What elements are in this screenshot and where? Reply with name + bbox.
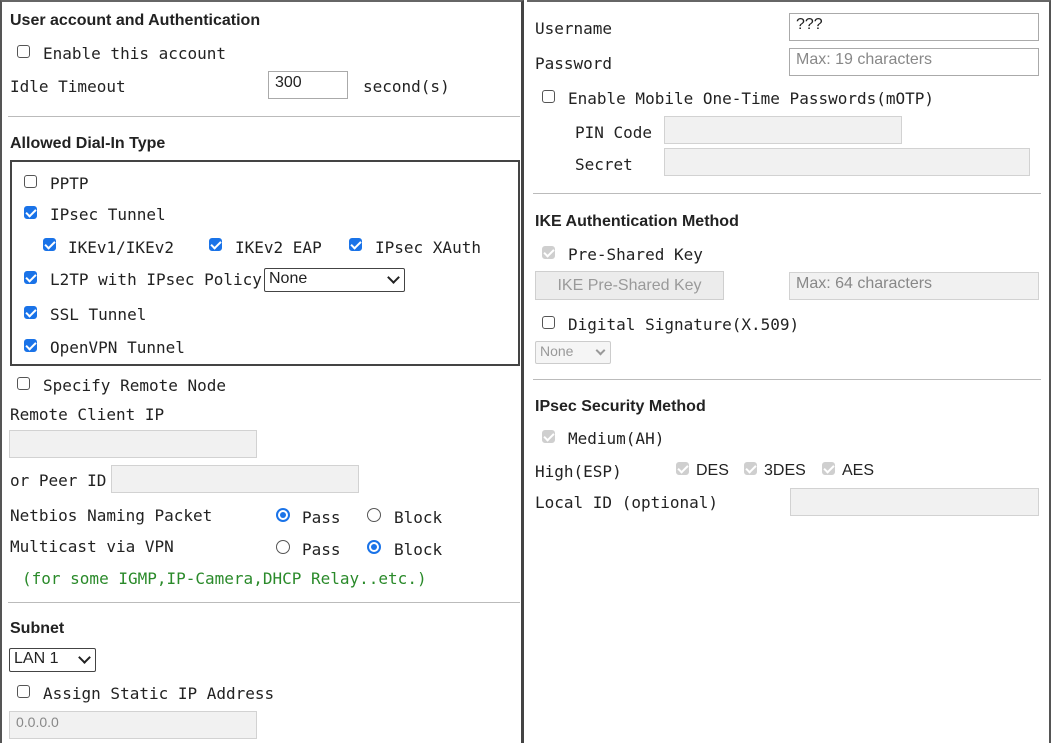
ikev2-eap-checkbox[interactable]	[209, 238, 222, 251]
ikev-label: IKEv1/IKEv2	[68, 238, 174, 257]
local-id-input[interactable]	[790, 488, 1039, 516]
medium-ah-checkbox[interactable]	[542, 430, 555, 443]
ikev-checkbox[interactable]	[43, 238, 56, 251]
ipsec-xauth-checkbox[interactable]	[349, 238, 362, 251]
des-checkbox[interactable]	[676, 462, 689, 475]
subnet-title: Subnet	[10, 620, 65, 637]
digital-signature-checkbox[interactable]	[542, 316, 555, 329]
chevron-down-icon	[387, 271, 400, 284]
password-placeholder: Max: 19 characters	[796, 51, 933, 68]
des-label: DES	[696, 462, 729, 479]
secret-input[interactable]	[664, 148, 1030, 176]
l2tp-checkbox[interactable]	[24, 271, 37, 284]
digital-signature-label: Digital Signature(X.509)	[568, 315, 800, 334]
high-esp-label: High(ESP)	[535, 462, 622, 481]
password-input[interactable]: Max: 19 characters	[789, 48, 1039, 76]
local-id-label: Local ID (optional)	[535, 493, 719, 512]
right-panel	[527, 0, 1051, 743]
remote-client-ip-input[interactable]	[9, 430, 257, 458]
ike-psk-input[interactable]: Max: 64 characters	[789, 272, 1039, 300]
pin-code-label: PIN Code	[575, 123, 653, 142]
motp-label: Enable Mobile One-Time Passwords(mOTP)	[568, 89, 935, 108]
assign-static-ip-checkbox[interactable]	[17, 685, 30, 698]
l2tp-policy-select[interactable]: None	[264, 268, 405, 292]
3des-label: 3DES	[764, 462, 806, 479]
netbios-pass-radio[interactable]	[276, 508, 290, 522]
3des-checkbox[interactable]	[744, 462, 757, 475]
openvpn-checkbox[interactable]	[24, 339, 37, 352]
username-label: Username	[535, 19, 613, 38]
assign-static-ip-label: Assign Static IP Address	[43, 684, 275, 703]
pre-shared-key-label: Pre-Shared Key	[568, 245, 703, 264]
multicast-note: (for some IGMP,IP-Camera,DHCP Relay..etc…	[22, 569, 427, 588]
netbios-pass-label: Pass	[302, 508, 341, 527]
pptp-label: PPTP	[50, 174, 89, 193]
multicast-block-label: Block	[394, 540, 443, 559]
motp-checkbox[interactable]	[542, 90, 555, 103]
pre-shared-key-checkbox[interactable]	[542, 246, 555, 259]
divider	[8, 116, 520, 117]
ssl-tunnel-checkbox[interactable]	[24, 306, 37, 319]
pin-code-input[interactable]	[664, 116, 902, 144]
subnet-lan-select[interactable]: LAN 1	[9, 648, 96, 672]
left-panel	[0, 0, 524, 743]
ssl-tunnel-label: SSL Tunnel	[50, 305, 147, 324]
specify-remote-label: Specify Remote Node	[43, 376, 227, 395]
peer-id-input[interactable]	[111, 465, 359, 493]
l2tp-policy-value: None	[269, 270, 308, 287]
username-input[interactable]: ???	[789, 13, 1039, 41]
ipsec-tunnel-label: IPsec Tunnel	[50, 205, 166, 224]
netbios-block-radio[interactable]	[367, 508, 381, 522]
chevron-down-icon	[595, 345, 606, 356]
ike-psk-button[interactable]: IKE Pre-Shared Key	[535, 271, 724, 300]
aes-checkbox[interactable]	[822, 462, 835, 475]
remote-client-ip-label: Remote Client IP	[10, 405, 165, 424]
password-label: Password	[535, 54, 613, 73]
peer-id-label: or Peer ID	[10, 471, 107, 490]
multicast-block-radio[interactable]	[367, 540, 381, 554]
idle-timeout-label: Idle Timeout	[10, 77, 126, 96]
chevron-down-icon	[78, 651, 91, 664]
divider	[533, 193, 1041, 194]
user-section-title: User account and Authentication	[10, 12, 261, 29]
dialin-section-title: Allowed Dial-In Type	[10, 135, 166, 152]
idle-timeout-input[interactable]: 300	[268, 71, 348, 99]
digital-signature-select[interactable]: None	[535, 341, 611, 364]
ikev2-eap-label: IKEv2 EAP	[235, 238, 322, 257]
medium-ah-label: Medium(AH)	[568, 429, 665, 448]
multicast-label: Multicast via VPN	[10, 537, 174, 556]
ipsec-tunnel-checkbox[interactable]	[24, 206, 37, 219]
divider	[8, 602, 520, 603]
ipsec-section-title: IPsec Security Method	[535, 398, 706, 415]
l2tp-label: L2TP with IPsec Policy	[50, 270, 262, 289]
digital-signature-value: None	[540, 343, 574, 359]
pptp-checkbox[interactable]	[24, 175, 37, 188]
netbios-block-label: Block	[394, 508, 443, 527]
specify-remote-checkbox[interactable]	[17, 377, 30, 390]
enable-account-checkbox[interactable]	[17, 45, 30, 58]
ike-psk-placeholder: Max: 64 characters	[796, 275, 933, 292]
subnet-lan-value: LAN 1	[14, 650, 59, 667]
openvpn-label: OpenVPN Tunnel	[50, 338, 185, 357]
ike-section-title: IKE Authentication Method	[535, 213, 739, 230]
idle-timeout-unit: second(s)	[363, 77, 450, 96]
aes-label: AES	[842, 462, 875, 479]
multicast-pass-label: Pass	[302, 540, 341, 559]
divider	[533, 379, 1041, 380]
enable-account-label: Enable this account	[43, 44, 227, 63]
netbios-label: Netbios Naming Packet	[10, 506, 213, 525]
multicast-pass-radio[interactable]	[276, 540, 290, 554]
ipsec-xauth-label: IPsec XAuth	[375, 238, 481, 257]
secret-label: Secret	[575, 155, 633, 174]
static-ip-input[interactable]: 0.0.0.0	[9, 711, 257, 739]
